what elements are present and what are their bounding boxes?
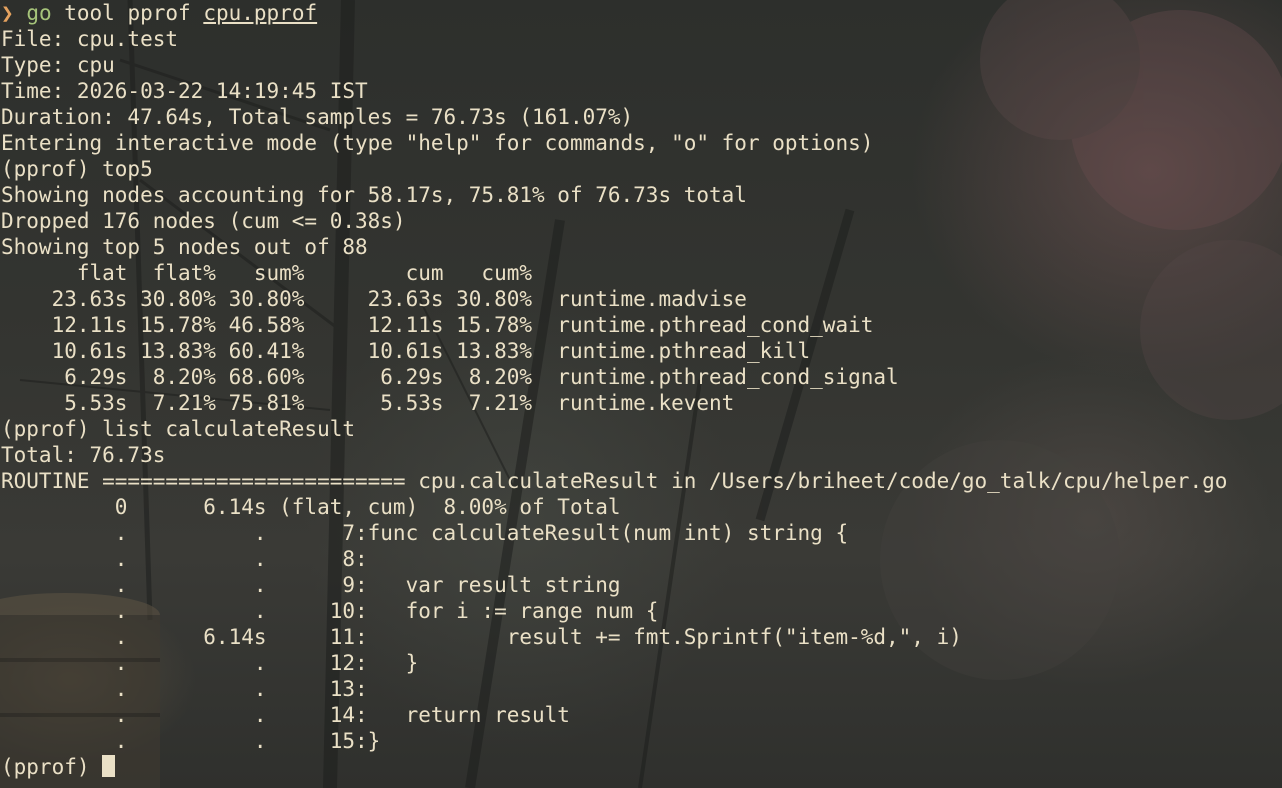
table-row: 12.11s 15.78% 46.58% 12.11s 15.78% runti…	[1, 313, 874, 337]
output-line: Type: cpu	[1, 53, 115, 77]
source-line: . . 8:	[1, 547, 368, 571]
source-line: . . 10: for i := range num {	[1, 599, 659, 623]
shell-prompt-line: ❯ go tool pprof cpu.pprof	[1, 0, 1227, 26]
output-line: Duration: 47.64s, Total samples = 76.73s…	[1, 105, 634, 129]
prompt-arrow-icon: ❯	[1, 1, 14, 25]
source-line: . . 7:func calculateResult(num int) stri…	[1, 521, 849, 545]
output-line: Showing nodes accounting for 58.17s, 75.…	[1, 183, 747, 207]
pprof-input-line[interactable]: (pprof)	[1, 754, 1227, 780]
output-line: File: cpu.test	[1, 27, 179, 51]
command-args: tool pprof	[51, 1, 204, 25]
table-row: 10.61s 13.83% 60.41% 10.61s 13.83% runti…	[1, 339, 811, 363]
source-line: . . 13:	[1, 677, 368, 701]
table-row: 23.63s 30.80% 30.80% 23.63s 30.80% runti…	[1, 287, 747, 311]
table-row: 6.29s 8.20% 68.60% 6.29s 8.20% runtime.p…	[1, 365, 899, 389]
pprof-command-line: (pprof) top5	[1, 157, 153, 181]
output-line: Showing top 5 nodes out of 88	[1, 235, 368, 259]
terminal-window[interactable]: ❯ go tool pprof cpu.pprof File: cpu.test T…	[0, 0, 1282, 788]
output-line: Time: 2026-03-22 14:19:45 IST	[1, 79, 368, 103]
output-line: Entering interactive mode (type "help" f…	[1, 131, 874, 155]
source-line: . . 9: var result string	[1, 573, 621, 597]
terminal-output: ❯ go tool pprof cpu.pprof File: cpu.test T…	[1, 0, 1227, 780]
text-cursor	[102, 755, 116, 777]
output-line: Total: 76.73s	[1, 443, 166, 467]
source-line: . . 14: return result	[1, 703, 570, 727]
command-program: go	[26, 1, 52, 25]
routine-summary: 0 6.14s (flat, cum) 8.00% of Total	[1, 495, 621, 519]
routine-header: ROUTINE ======================== cpu.cal…	[1, 469, 1228, 493]
table-row: 5.53s 7.21% 75.81% 5.53s 7.21% runtime.k…	[1, 391, 735, 415]
source-line: . . 15:}	[1, 729, 381, 753]
table-header: flat flat% sum% cum cum%	[1, 261, 533, 285]
source-line: . 6.14s 11: result += fmt.Sprintf("item-…	[1, 625, 962, 649]
source-line: . . 12: }	[1, 651, 419, 675]
command-file-link[interactable]: cpu.pprof	[203, 1, 317, 25]
pprof-prompt: (pprof)	[1, 755, 103, 779]
output-line: Dropped 176 nodes (cum <= 0.38s)	[1, 209, 406, 233]
pprof-command-line: (pprof) list calculateResult	[1, 417, 356, 441]
